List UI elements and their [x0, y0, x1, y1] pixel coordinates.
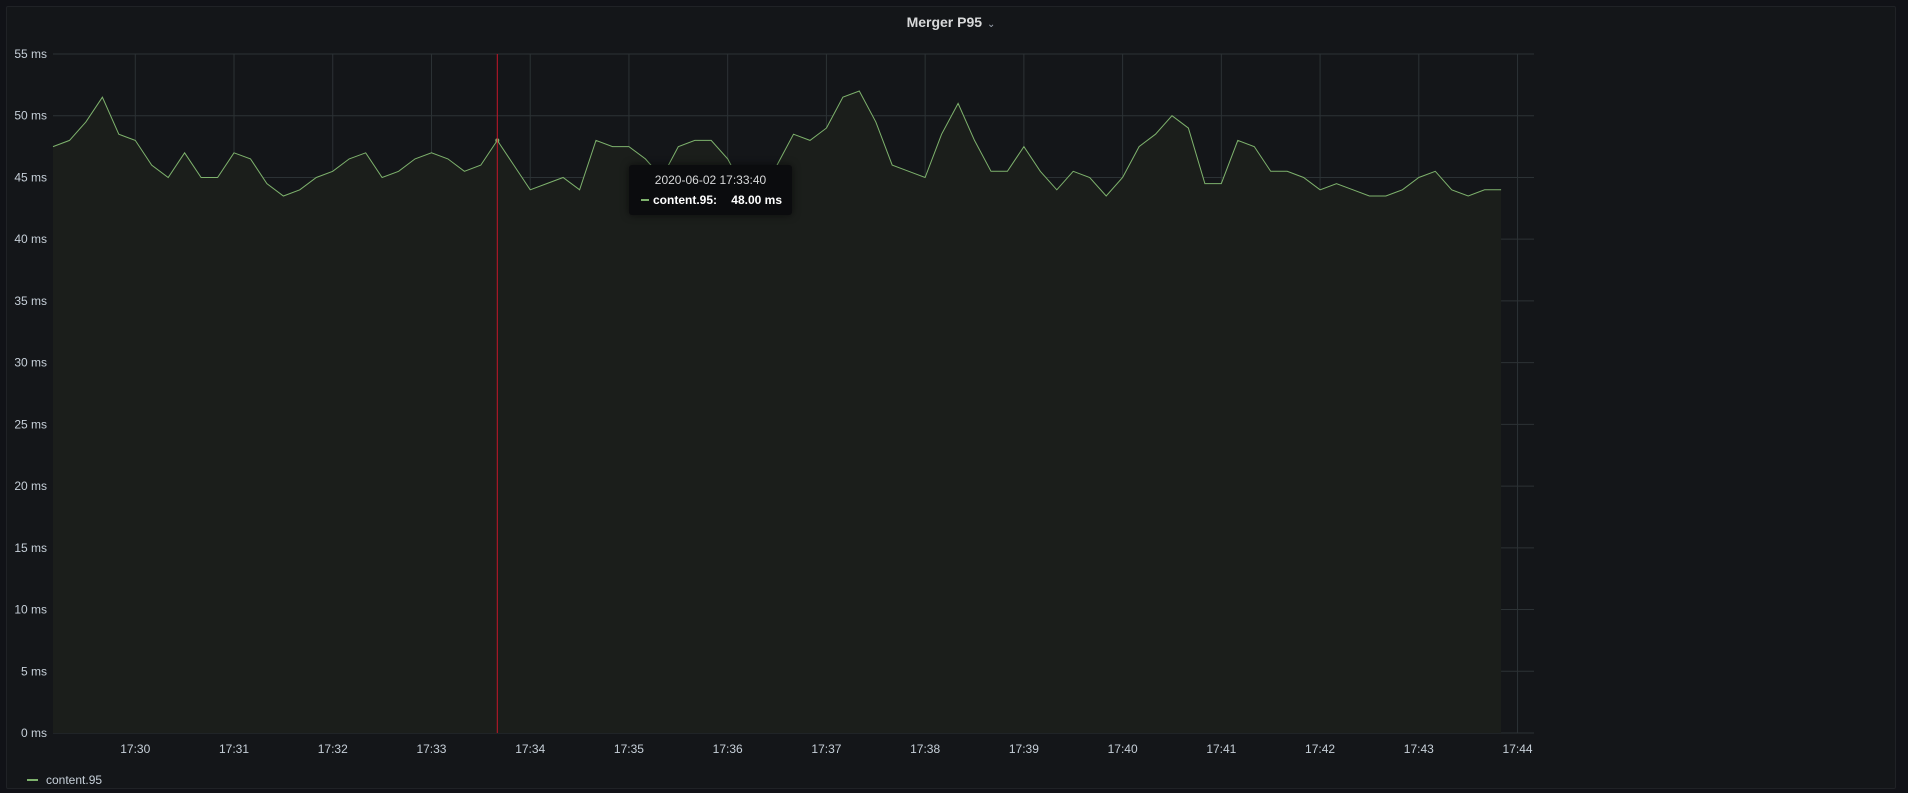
graph-panel: Merger P95 ⌄ 0 ms 5 ms 10 ms 15 ms 20 ms 25 ms…	[6, 6, 1896, 789]
x-tick-label: 17:31	[219, 742, 249, 756]
x-tick-label: 17:37	[811, 742, 841, 756]
tooltip-series-swatch	[641, 199, 649, 201]
x-tick-label: 17:32	[318, 742, 348, 756]
y-tick-label: 10 ms	[14, 603, 47, 617]
hover-tooltip: 2020-06-02 17:33:40 content.95: 48.00 ms	[629, 165, 792, 215]
tooltip-series-value: 48.00 ms	[731, 193, 782, 207]
x-tick-label: 17:30	[120, 742, 150, 756]
legend-swatch[interactable]	[27, 779, 38, 781]
y-tick-label: 35 ms	[14, 294, 47, 308]
y-tick-label: 55 ms	[14, 47, 47, 61]
y-tick-label: 0 ms	[21, 726, 47, 740]
x-tick-label: 17:40	[1108, 742, 1138, 756]
y-tick-label: 15 ms	[14, 541, 47, 555]
y-tick-label: 50 ms	[14, 109, 47, 123]
y-tick-label: 20 ms	[14, 479, 47, 493]
y-tick-label: 5 ms	[21, 664, 47, 678]
legend-item-content-95[interactable]: content.95	[46, 773, 102, 787]
x-tick-label: 17:39	[1009, 742, 1039, 756]
y-tick-label: 30 ms	[14, 356, 47, 370]
y-tick-label: 45 ms	[14, 170, 47, 184]
x-tick-label: 17:44	[1503, 742, 1533, 756]
x-tick-label: 17:34	[515, 742, 545, 756]
x-tick-label: 17:41	[1206, 742, 1236, 756]
x-tick-label: 17:38	[910, 742, 940, 756]
x-tick-label: 17:42	[1305, 742, 1335, 756]
tooltip-time: 2020-06-02 17:33:40	[654, 173, 767, 187]
y-tick-label: 25 ms	[14, 417, 47, 431]
x-tick-label: 17:35	[614, 742, 644, 756]
legend: content.95	[27, 773, 102, 787]
x-tick-label: 17:33	[416, 742, 446, 756]
y-tick-label: 40 ms	[14, 232, 47, 246]
x-tick-label: 17:36	[713, 742, 743, 756]
chart-area[interactable]: 0 ms 5 ms 10 ms 15 ms 20 ms 25 ms 30 ms 35 ms 40…	[7, 7, 1895, 788]
x-tick-label: 17:43	[1404, 742, 1434, 756]
tooltip-series-row: content.95: 48.00 ms	[641, 193, 782, 207]
tooltip-series-name: content.95:	[653, 193, 718, 207]
